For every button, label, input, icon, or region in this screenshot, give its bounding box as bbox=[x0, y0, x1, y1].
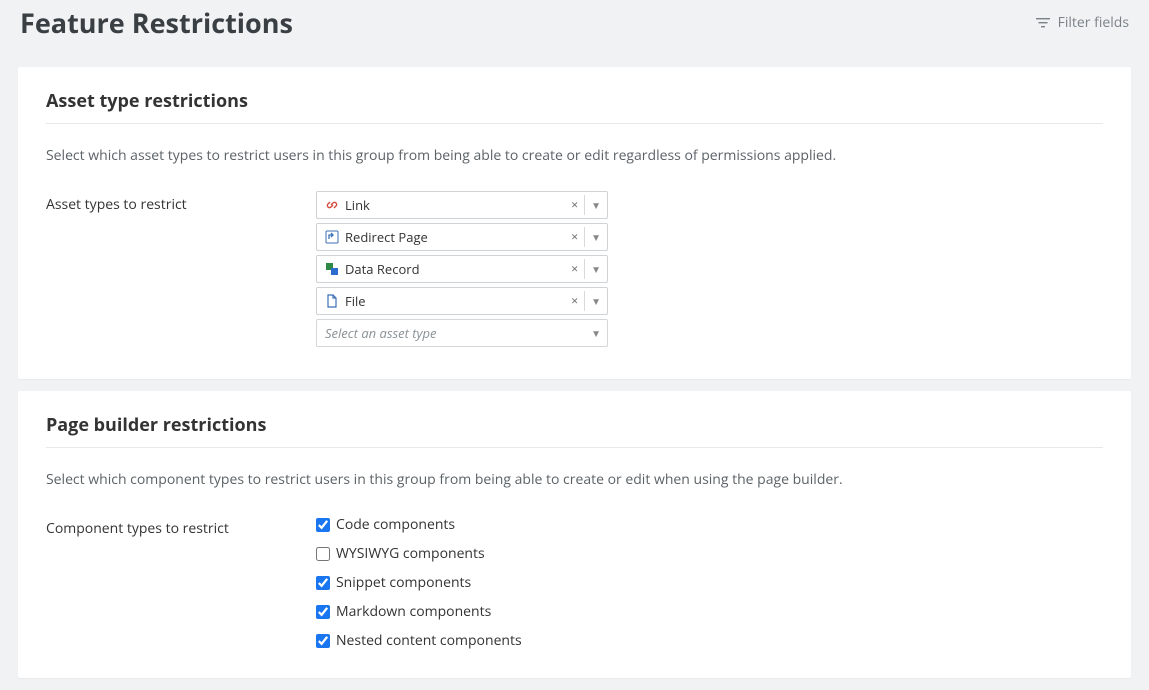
link-icon bbox=[325, 198, 339, 212]
asset-type-select[interactable]: Link × ▼ bbox=[316, 191, 608, 219]
checkbox-label: Markdown components bbox=[336, 602, 491, 621]
checkbox-label: Nested content components bbox=[336, 631, 522, 650]
asset-label: Data Record bbox=[345, 260, 420, 278]
chevron-down-icon[interactable]: ▼ bbox=[591, 326, 601, 340]
placeholder-label: Select an asset type bbox=[325, 324, 437, 342]
component-check-snippet[interactable]: Snippet components bbox=[316, 573, 522, 592]
file-icon bbox=[325, 294, 339, 308]
asset-type-select-list: Link × ▼ Redirect Page × bbox=[316, 191, 608, 351]
help-text: Select which component types to restrict… bbox=[46, 470, 1103, 489]
checkbox[interactable] bbox=[316, 518, 330, 532]
page-title: Feature Restrictions bbox=[20, 4, 293, 41]
filter-icon bbox=[1036, 16, 1050, 30]
asset-type-select-empty[interactable]: Select an asset type ▼ bbox=[316, 319, 608, 347]
topbar: Feature Restrictions Filter fields bbox=[0, 0, 1149, 55]
checkbox[interactable] bbox=[316, 576, 330, 590]
section-divider bbox=[46, 123, 1103, 124]
checkbox[interactable] bbox=[316, 634, 330, 648]
section-divider bbox=[46, 447, 1103, 448]
component-types-field: Component types to restrict Code compone… bbox=[46, 515, 1103, 650]
filter-fields-label: Filter fields bbox=[1058, 13, 1129, 32]
checkbox-label: Code components bbox=[336, 515, 455, 534]
component-checkbox-list: Code components WYSIWYG components Snipp… bbox=[316, 515, 522, 650]
asset-type-select[interactable]: Data Record × ▼ bbox=[316, 255, 608, 283]
page-builder-restrictions-card: Page builder restrictions Select which c… bbox=[18, 391, 1131, 678]
checkbox[interactable] bbox=[316, 547, 330, 561]
asset-label: Link bbox=[345, 196, 370, 214]
asset-types-field: Asset types to restrict Link × ▼ bbox=[46, 191, 1103, 351]
component-check-markdown[interactable]: Markdown components bbox=[316, 602, 522, 621]
chevron-down-icon[interactable]: ▼ bbox=[591, 198, 601, 212]
checkbox[interactable] bbox=[316, 605, 330, 619]
data-record-icon bbox=[325, 262, 339, 276]
field-label: Asset types to restrict bbox=[46, 191, 276, 214]
asset-type-select[interactable]: Redirect Page × ▼ bbox=[316, 223, 608, 251]
checkbox-label: Snippet components bbox=[336, 573, 471, 592]
chevron-down-icon[interactable]: ▼ bbox=[591, 230, 601, 244]
component-check-nested[interactable]: Nested content components bbox=[316, 631, 522, 650]
redirect-icon bbox=[325, 230, 339, 244]
filter-fields-button[interactable]: Filter fields bbox=[1036, 13, 1129, 32]
component-check-code[interactable]: Code components bbox=[316, 515, 522, 534]
field-label: Component types to restrict bbox=[46, 515, 276, 538]
section-heading: Page builder restrictions bbox=[46, 413, 1103, 437]
component-check-wysiwyg[interactable]: WYSIWYG components bbox=[316, 544, 522, 563]
chevron-down-icon[interactable]: ▼ bbox=[591, 262, 601, 276]
remove-icon[interactable]: × bbox=[571, 199, 578, 211]
asset-type-restrictions-card: Asset type restrictions Select which ass… bbox=[18, 67, 1131, 379]
help-text: Select which asset types to restrict use… bbox=[46, 146, 1103, 165]
remove-icon[interactable]: × bbox=[571, 263, 578, 275]
chevron-down-icon[interactable]: ▼ bbox=[591, 294, 601, 308]
remove-icon[interactable]: × bbox=[571, 295, 578, 307]
asset-label: Redirect Page bbox=[345, 228, 428, 246]
section-heading: Asset type restrictions bbox=[46, 89, 1103, 113]
remove-icon[interactable]: × bbox=[571, 231, 578, 243]
checkbox-label: WYSIWYG components bbox=[336, 544, 485, 563]
asset-label: File bbox=[345, 292, 366, 310]
asset-type-select[interactable]: File × ▼ bbox=[316, 287, 608, 315]
